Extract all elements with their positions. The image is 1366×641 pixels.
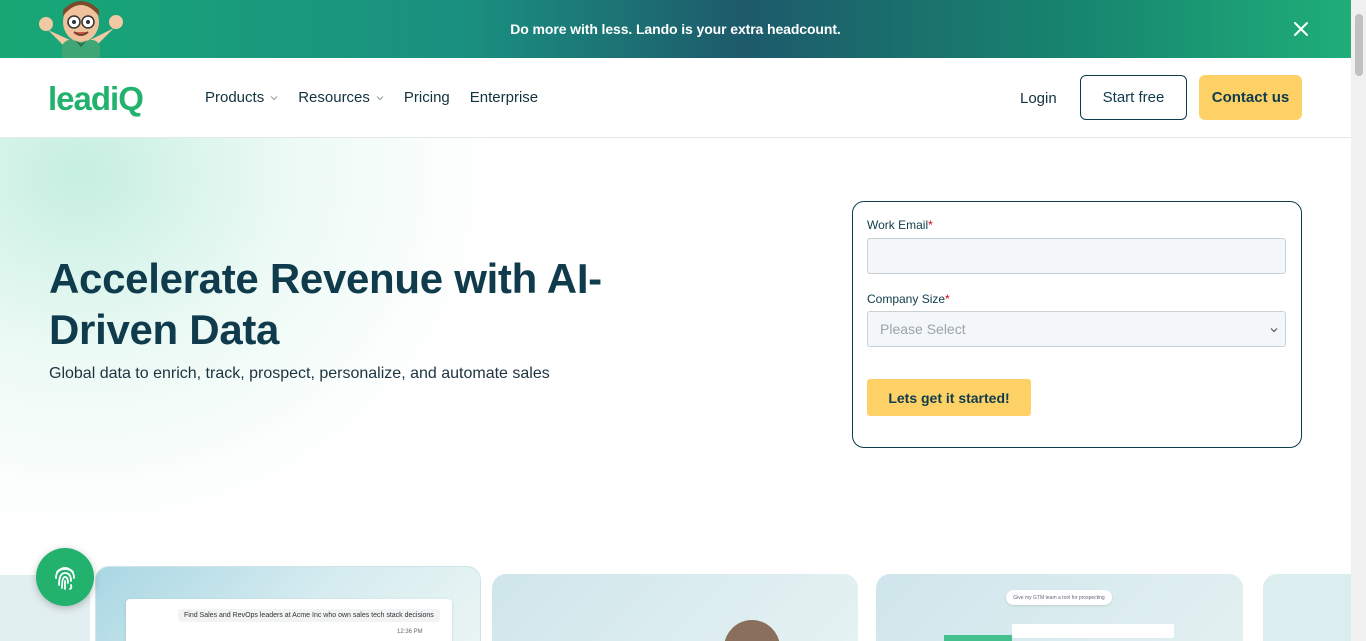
close-icon[interactable] <box>1291 19 1311 39</box>
chat-preview: Find Sales and RevOps leaders at Acme In… <box>126 599 452 641</box>
chat-message: Find Sales and RevOps leaders at Acme In… <box>178 609 440 622</box>
scrollbar-thumb[interactable] <box>1355 14 1363 76</box>
hero-section: Accelerate Revenue with AI-Driven Data G… <box>0 138 1351 641</box>
svg-text:leadiQ: leadiQ <box>48 80 143 117</box>
nav-item-label: Enterprise <box>469 89 539 106</box>
nav-item-pricing[interactable]: Pricing <box>404 89 450 106</box>
nav-item-products[interactable]: Products <box>205 89 278 106</box>
avatar <box>724 620 780 641</box>
work-email-label-text: Work Email <box>867 218 929 232</box>
chevron-down-icon <box>376 95 384 100</box>
start-free-button[interactable]: Start free <box>1080 75 1187 120</box>
banner-text: Do more with less. Lando is your extra h… <box>510 21 841 37</box>
company-size-select[interactable]: Please Select <box>867 311 1286 347</box>
chat-time: 12:36 PM <box>397 629 423 635</box>
work-email-field[interactable] <box>867 238 1286 274</box>
fingerprint-button[interactable] <box>36 548 94 606</box>
mascot-icon <box>28 0 130 58</box>
input-preview <box>1012 624 1174 638</box>
page-scrollbar[interactable] <box>1351 0 1366 641</box>
required-mark: * <box>928 218 933 232</box>
work-email-label: Work Email* <box>867 218 933 232</box>
hero-subtitle: Global data to enrich, track, prospect, … <box>49 365 550 382</box>
nav-item-label: Resources <box>298 89 370 106</box>
company-size-label: Company Size* <box>867 292 950 306</box>
submit-button[interactable]: Lets get it started! <box>867 379 1031 416</box>
nav-item-label: Products <box>205 89 265 106</box>
nav-item-label: Pricing <box>403 89 450 106</box>
login-link[interactable]: Login <box>1020 90 1057 107</box>
fingerprint-icon <box>55 567 75 590</box>
nav-item-enterprise[interactable]: Enterprise <box>470 89 538 106</box>
main-nav: leadiQ Products Resources Pricing Enterp… <box>0 58 1351 138</box>
required-mark: * <box>945 292 950 306</box>
chevron-down-icon <box>1270 328 1278 333</box>
feature-card <box>1263 574 1351 641</box>
company-size-value: Please Select <box>880 321 966 337</box>
leadiq-logo[interactable]: leadiQ <box>48 80 166 118</box>
company-size-label-text: Company Size <box>867 292 946 306</box>
nav-item-resources[interactable]: Resources <box>298 89 384 106</box>
prompt-pill: Give my GTM team a tool for prospecting <box>1006 590 1112 605</box>
announcement-banner: Do more with less. Lando is your extra h… <box>0 0 1351 58</box>
hero-title: Accelerate Revenue with AI-Driven Data <box>49 255 602 353</box>
feature-card <box>492 574 858 641</box>
feature-card: Give my GTM team a tool for prospecting <box>876 574 1243 641</box>
feature-card: Find Sales and RevOps leaders at Acme In… <box>95 566 481 641</box>
nav-links: Products Resources Pricing Enterprise <box>205 89 538 106</box>
contact-us-button[interactable]: Contact us <box>1199 75 1302 120</box>
feature-cards: Find Sales and RevOps leaders at Acme In… <box>0 566 1351 641</box>
signup-form: Work Email* Company Size* Please Select … <box>852 201 1302 448</box>
chevron-down-icon <box>270 95 278 100</box>
bar-preview <box>944 635 1012 641</box>
